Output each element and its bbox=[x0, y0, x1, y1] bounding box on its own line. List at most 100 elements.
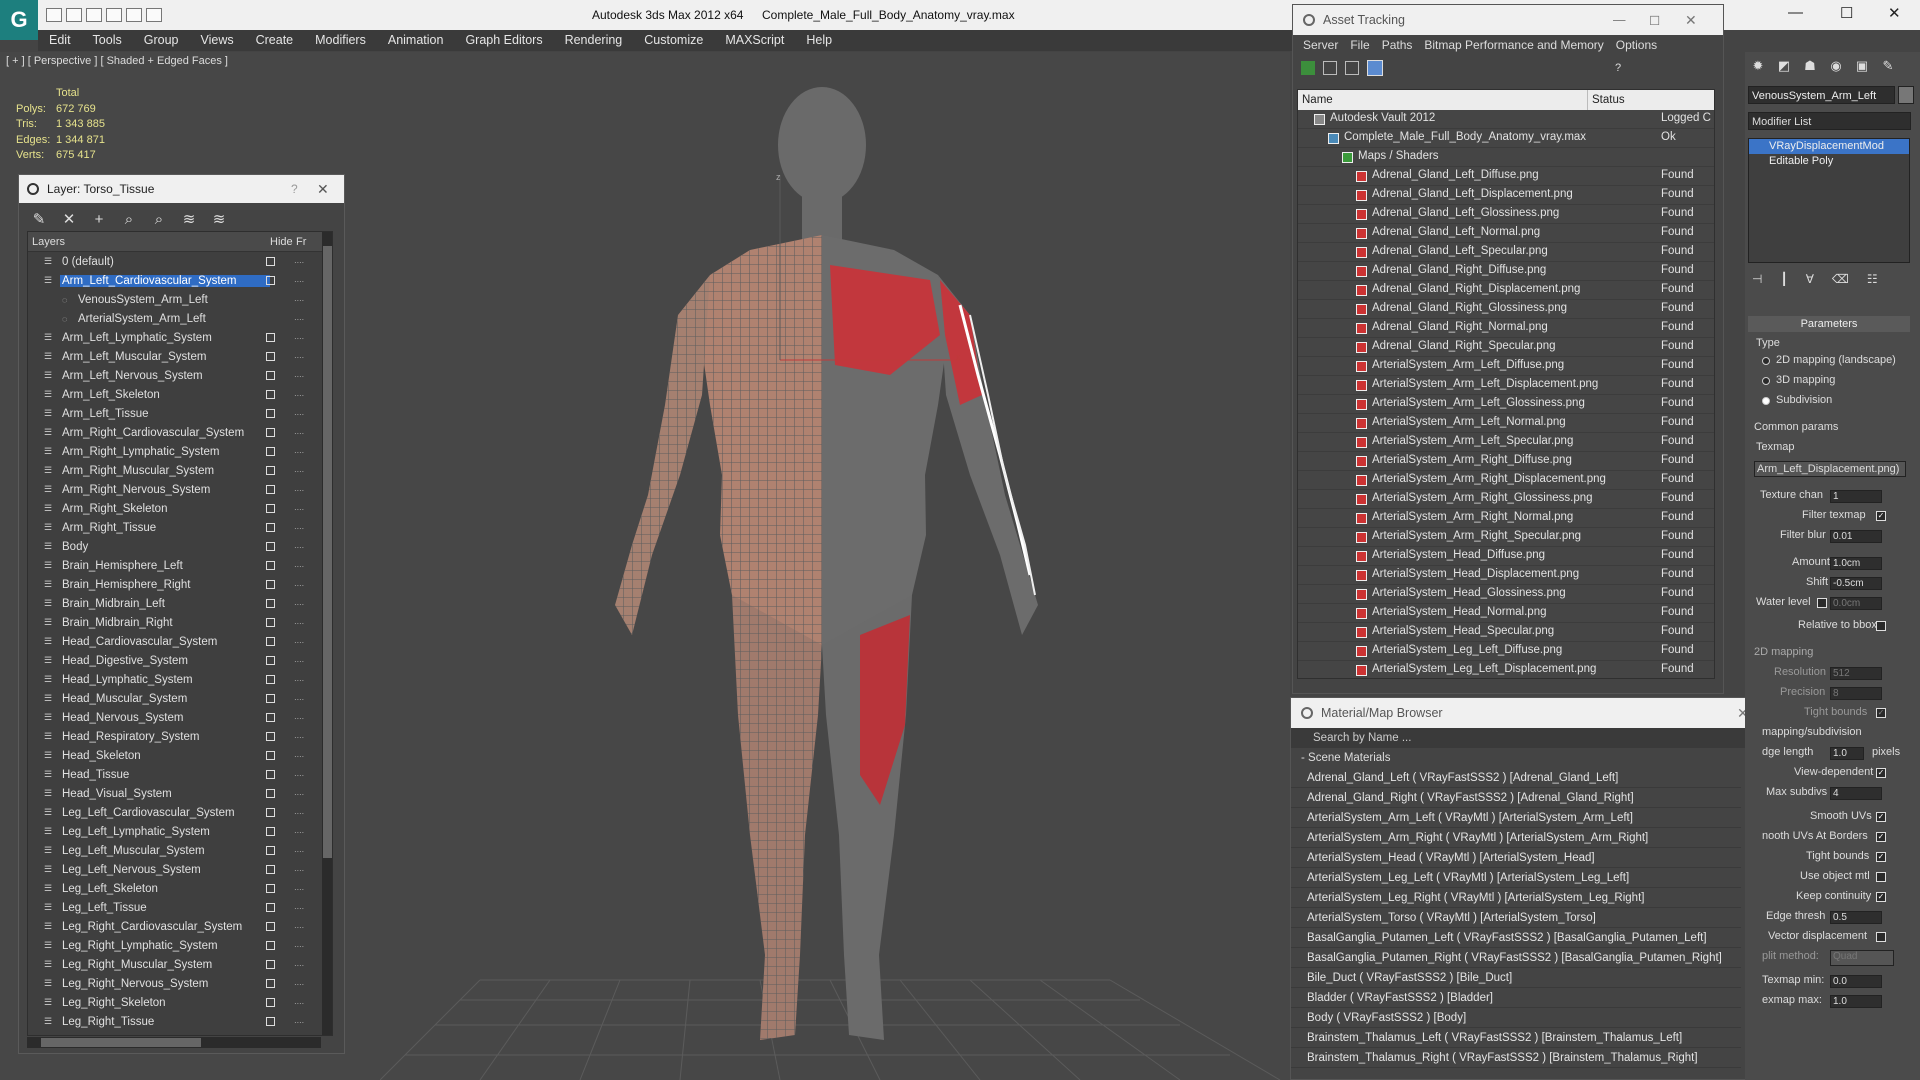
freeze-toggle[interactable]: ∙∙∙∙ bbox=[294, 485, 304, 495]
hide-toggle[interactable] bbox=[266, 808, 275, 817]
layer-scrollbar[interactable] bbox=[322, 232, 332, 1035]
viewport-label[interactable]: [ + ] [ Perspective ] [ Shaded + Edged F… bbox=[6, 55, 228, 67]
layer-name[interactable]: Leg_Right_Muscular_System bbox=[60, 959, 270, 971]
freeze-toggle[interactable]: ∙∙∙∙ bbox=[294, 846, 304, 856]
layer-name[interactable]: Arm_Left_Nervous_System bbox=[60, 370, 270, 382]
asset-row[interactable]: ArterialSystem_Arm_Right_Diffuse.png Foun… bbox=[1298, 452, 1714, 471]
freeze-toggle[interactable]: ∙∙∙∙ bbox=[294, 447, 304, 457]
asset-row[interactable]: ArterialSystem_Head_Specular.png Found bbox=[1298, 623, 1714, 642]
layer-row[interactable]: ☰ Leg_Left_Skeleton ∙∙∙∙ bbox=[28, 879, 332, 898]
layer-row[interactable]: ☰ Brain_Midbrain_Right ∙∙∙∙ bbox=[28, 613, 332, 632]
layer-row[interactable]: ☰ Leg_Left_Lymphatic_System ∙∙∙∙ bbox=[28, 822, 332, 841]
show-end-result-icon[interactable]: ┃ bbox=[1780, 272, 1787, 286]
material-item[interactable]: Adrenal_Gland_Right ( VRayFastSSS2 ) [Ad… bbox=[1291, 788, 1741, 808]
hide-all-icon[interactable]: ≋ bbox=[179, 210, 199, 230]
freeze-toggle[interactable]: ∙∙∙∙ bbox=[294, 694, 304, 704]
hide-toggle[interactable] bbox=[266, 827, 275, 836]
layer-row[interactable]: ☰ Head_Respiratory_System ∙∙∙∙ bbox=[28, 727, 332, 746]
layer-row[interactable]: ☰ Head_Tissue ∙∙∙∙ bbox=[28, 765, 332, 784]
object-color-swatch[interactable] bbox=[1898, 86, 1914, 104]
asset-menu-file[interactable]: File bbox=[1344, 38, 1375, 52]
layer-row[interactable]: ☰ Head_Nervous_System ∙∙∙∙ bbox=[28, 708, 332, 727]
asset-row[interactable]: ArterialSystem_Head_Diffuse.png Found bbox=[1298, 547, 1714, 566]
add-to-layer-icon[interactable]: + bbox=[89, 210, 109, 230]
material-item[interactable]: Adrenal_Gland_Left ( VRayFastSSS2 ) [Adr… bbox=[1291, 768, 1741, 788]
hide-toggle[interactable] bbox=[266, 846, 275, 855]
close-icon[interactable]: ✕ bbox=[1888, 4, 1901, 22]
freeze-toggle[interactable]: ∙∙∙∙ bbox=[294, 979, 304, 989]
maximize-icon[interactable]: ☐ bbox=[1840, 4, 1853, 22]
layer-name[interactable]: Head_Digestive_System bbox=[60, 655, 270, 667]
parameters-rollout[interactable]: Parameters bbox=[1748, 316, 1910, 332]
layer-list[interactable]: Layers Hide Fr ☰ 0 (default) ∙∙∙∙ ☰ Arm_Left… bbox=[27, 231, 333, 1036]
freeze-toggle[interactable]: ∙∙∙∙ bbox=[294, 675, 304, 685]
freeze-toggle[interactable]: ∙∙∙∙ bbox=[294, 884, 304, 894]
layer-name[interactable]: Arm_Left_Skeleton bbox=[60, 389, 270, 401]
freeze-toggle[interactable]: ∙∙∙∙ bbox=[294, 713, 304, 723]
menu-help[interactable]: Help bbox=[795, 30, 843, 51]
hide-toggle[interactable] bbox=[266, 713, 275, 722]
hide-toggle[interactable] bbox=[266, 732, 275, 741]
asset-row[interactable]: ArterialSystem_Arm_Left_Glossiness.png Fo… bbox=[1298, 395, 1714, 414]
new-file-icon[interactable] bbox=[46, 8, 62, 22]
configure-sets-icon[interactable]: ☷ bbox=[1867, 272, 1878, 286]
hide-toggle[interactable] bbox=[266, 561, 275, 570]
hide-toggle[interactable] bbox=[266, 580, 275, 589]
layer-name[interactable]: Arm_Left_Cardiovascular_System bbox=[60, 274, 270, 287]
layer-name[interactable]: Arm_Right_Tissue bbox=[60, 522, 270, 534]
close-icon[interactable]: ✕ bbox=[1685, 12, 1697, 29]
layer-row[interactable]: ☰ Leg_Right_Muscular_System ∙∙∙∙ bbox=[28, 955, 332, 974]
layer-row[interactable]: ☰ Brain_Hemisphere_Left ∙∙∙∙ bbox=[28, 556, 332, 575]
texmap-max-spinner[interactable]: 1.0 bbox=[1830, 995, 1882, 1008]
material-item[interactable]: ArterialSystem_Leg_Right ( VRayMtl ) [Ar… bbox=[1291, 888, 1741, 908]
layer-row[interactable]: ☰ Arm_Left_Muscular_System ∙∙∙∙ bbox=[28, 347, 332, 366]
freeze-toggle[interactable]: ∙∙∙∙ bbox=[294, 656, 304, 666]
max-subdivs-spinner[interactable]: 4 bbox=[1830, 787, 1882, 800]
hide-toggle[interactable] bbox=[266, 884, 275, 893]
hide-toggle[interactable] bbox=[266, 751, 275, 760]
object-name-field[interactable]: VenousSystem_Arm_Left bbox=[1748, 86, 1895, 104]
material-item[interactable]: ArterialSystem_Arm_Right ( VRayMtl ) [Ar… bbox=[1291, 828, 1741, 848]
hide-toggle[interactable] bbox=[266, 903, 275, 912]
layer-row[interactable]: ◌ VenousSystem_Arm_Left ∙∙∙∙ bbox=[28, 290, 332, 309]
material-item[interactable]: Bladder ( VRayFastSSS2 ) [Bladder] bbox=[1291, 988, 1741, 1008]
layer-name[interactable]: Leg_Right_Nervous_System bbox=[60, 978, 270, 990]
asset-row[interactable]: Adrenal_Gland_Left_Specular.png Found bbox=[1298, 243, 1714, 262]
layer-name[interactable]: Leg_Left_Cardiovascular_System bbox=[60, 807, 270, 819]
freeze-toggle[interactable]: ∙∙∙∙ bbox=[294, 770, 304, 780]
asset-row[interactable]: Adrenal_Gland_Right_Normal.png Found bbox=[1298, 319, 1714, 338]
asset-menu-options[interactable]: Options bbox=[1610, 38, 1663, 52]
layer-row[interactable]: ☰ Head_Lymphatic_System ∙∙∙∙ bbox=[28, 670, 332, 689]
layer-name[interactable]: Arm_Left_Muscular_System bbox=[60, 351, 270, 363]
layer-name[interactable]: Leg_Right_Lymphatic_System bbox=[60, 940, 270, 952]
material-item[interactable]: Body ( VRayFastSSS2 ) [Body] bbox=[1291, 1008, 1741, 1028]
pin-stack-icon[interactable]: ⊣ bbox=[1752, 272, 1762, 286]
asset-row[interactable]: Adrenal_Gland_Left_Displacement.png Found bbox=[1298, 186, 1714, 205]
layer-row[interactable]: ☰ Arm_Right_Skeleton ∙∙∙∙ bbox=[28, 499, 332, 518]
motion-tab-icon[interactable]: ◉ bbox=[1826, 58, 1846, 78]
column-freeze[interactable]: Fr bbox=[296, 232, 316, 251]
layer-row[interactable]: ☰ Head_Digestive_System ∙∙∙∙ bbox=[28, 651, 332, 670]
anatomy-figure[interactable] bbox=[560, 75, 1080, 1065]
freeze-toggle[interactable]: ∙∙∙∙ bbox=[294, 941, 304, 951]
hide-toggle[interactable] bbox=[266, 257, 275, 266]
list-view-icon[interactable] bbox=[1323, 61, 1337, 75]
layer-name[interactable]: Arm_Left_Tissue bbox=[60, 408, 270, 420]
freeze-toggle[interactable]: ∙∙∙∙ bbox=[294, 314, 304, 324]
layer-row[interactable]: ☰ Leg_Left_Cardiovascular_System ∙∙∙∙ bbox=[28, 803, 332, 822]
asset-row[interactable]: ArterialSystem_Arm_Right_Displacement.pn… bbox=[1298, 471, 1714, 490]
hide-toggle[interactable] bbox=[266, 618, 275, 627]
freeze-toggle[interactable]: ∙∙∙∙ bbox=[294, 903, 304, 913]
minimize-icon[interactable]: — bbox=[1788, 4, 1803, 21]
layer-row[interactable]: ☰ Leg_Left_Nervous_System ∙∙∙∙ bbox=[28, 860, 332, 879]
layer-name[interactable]: Arm_Right_Cardiovascular_System bbox=[60, 427, 270, 439]
freeze-toggle[interactable]: ∙∙∙∙ bbox=[294, 580, 304, 590]
3dsmax-logo-icon[interactable]: G bbox=[0, 0, 38, 40]
menu-group[interactable]: Group bbox=[133, 30, 190, 51]
layer-hscrollbar[interactable] bbox=[27, 1037, 321, 1048]
layer-row[interactable]: ◌ ArterialSystem_Arm_Left ∙∙∙∙ bbox=[28, 309, 332, 328]
texture-chan-spinner[interactable]: 1 bbox=[1830, 490, 1882, 503]
help-icon[interactable]: ? bbox=[1615, 62, 1621, 74]
asset-row[interactable]: ArterialSystem_Arm_Right_Specular.png Fou… bbox=[1298, 528, 1714, 547]
hide-toggle[interactable] bbox=[266, 941, 275, 950]
